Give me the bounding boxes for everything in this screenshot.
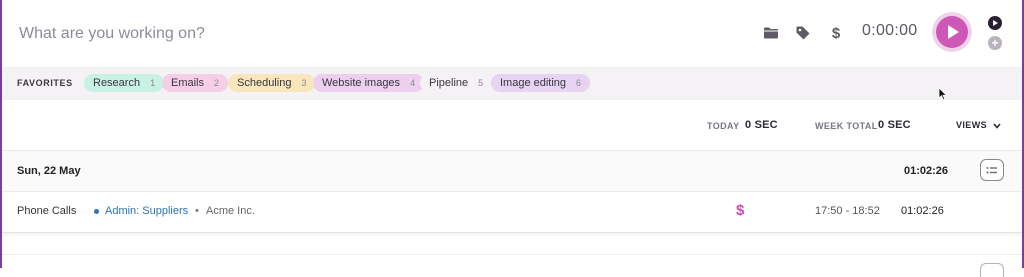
views-label: VIEWS	[956, 120, 988, 130]
favorite-name: Research	[93, 77, 141, 89]
project-client-separator: •	[195, 205, 199, 217]
favorite-name: Scheduling	[237, 77, 292, 89]
bulk-edit-button[interactable]	[980, 159, 1004, 181]
time-entry-row[interactable]: Phone Calls Admin: Suppliers • Acme Inc.…	[2, 192, 1022, 233]
entry-client: Acme Inc.	[206, 205, 255, 217]
start-timer-button[interactable]	[936, 16, 968, 48]
favorite-name: Emails	[171, 77, 205, 89]
favorites-bar: FAVORITES Research 1 Emails 2 Scheduling…	[2, 67, 1022, 99]
day-total-duration: 01:02:26	[904, 165, 949, 177]
favorite-chip-image-editing[interactable]: Image editing 6	[491, 74, 591, 92]
favorite-chip-website-images[interactable]: Website images 4	[313, 74, 425, 92]
chevron-down-icon	[993, 123, 1001, 129]
entry-time-range[interactable]: 17:50 - 18:52	[815, 205, 880, 217]
manual-mode-plus-icon[interactable]: +	[988, 36, 1002, 50]
play-icon	[948, 25, 959, 39]
folder-icon[interactable]	[762, 24, 780, 42]
timer-mode-icon[interactable]	[988, 16, 1002, 30]
time-summary-bar: TODAY 0 SEC WEEK TOTAL 0 SEC VIEWS	[2, 100, 1022, 151]
tag-icon[interactable]	[794, 24, 812, 42]
favorite-shortcut-number: 4	[410, 78, 416, 88]
entry-project[interactable]: Admin: Suppliers	[105, 205, 188, 217]
favorite-chip-emails[interactable]: Emails 2	[162, 74, 229, 92]
list-icon	[986, 166, 997, 173]
description-input[interactable]	[17, 20, 621, 48]
favorites-label: FAVORITES	[17, 78, 73, 88]
views-dropdown[interactable]: VIEWS	[956, 120, 1001, 130]
favorite-chip-pipeline[interactable]: Pipeline 5	[420, 74, 493, 92]
favorite-shortcut-number: 2	[214, 78, 220, 88]
favorite-chip-scheduling[interactable]: Scheduling 3	[228, 74, 316, 92]
next-day-group	[2, 254, 1022, 277]
day-date: Sun, 22 May	[17, 165, 81, 177]
favorite-shortcut-number: 5	[478, 78, 484, 88]
billable-dollar-icon[interactable]: $	[736, 202, 744, 219]
favorite-shortcut-number: 1	[150, 78, 156, 88]
timer-elapsed: 0:00:00	[862, 22, 918, 39]
today-total: 0 SEC	[745, 119, 778, 131]
entry-description[interactable]: Phone Calls	[17, 205, 76, 217]
bulk-edit-button[interactable]	[980, 263, 1004, 277]
week-total-label: WEEK TOTAL	[815, 121, 878, 131]
favorite-name: Website images	[322, 77, 401, 89]
timer-bar: $ 0:00:00 +	[2, 0, 1022, 66]
favorite-name: Image editing	[500, 77, 567, 89]
favorite-shortcut-number: 3	[301, 78, 307, 88]
week-total: 0 SEC	[878, 119, 911, 131]
entry-duration[interactable]: 01:02:26	[901, 205, 944, 217]
favorite-name: Pipeline	[429, 77, 469, 89]
billable-dollar-icon[interactable]: $	[827, 24, 845, 42]
day-group-header: Sun, 22 May 01:02:26	[2, 151, 1022, 192]
project-color-dot	[94, 209, 99, 214]
favorite-chip-research[interactable]: Research 1	[84, 74, 165, 92]
mouse-cursor-icon	[938, 87, 948, 101]
today-label: TODAY	[707, 121, 740, 131]
favorite-shortcut-number: 6	[576, 78, 582, 88]
